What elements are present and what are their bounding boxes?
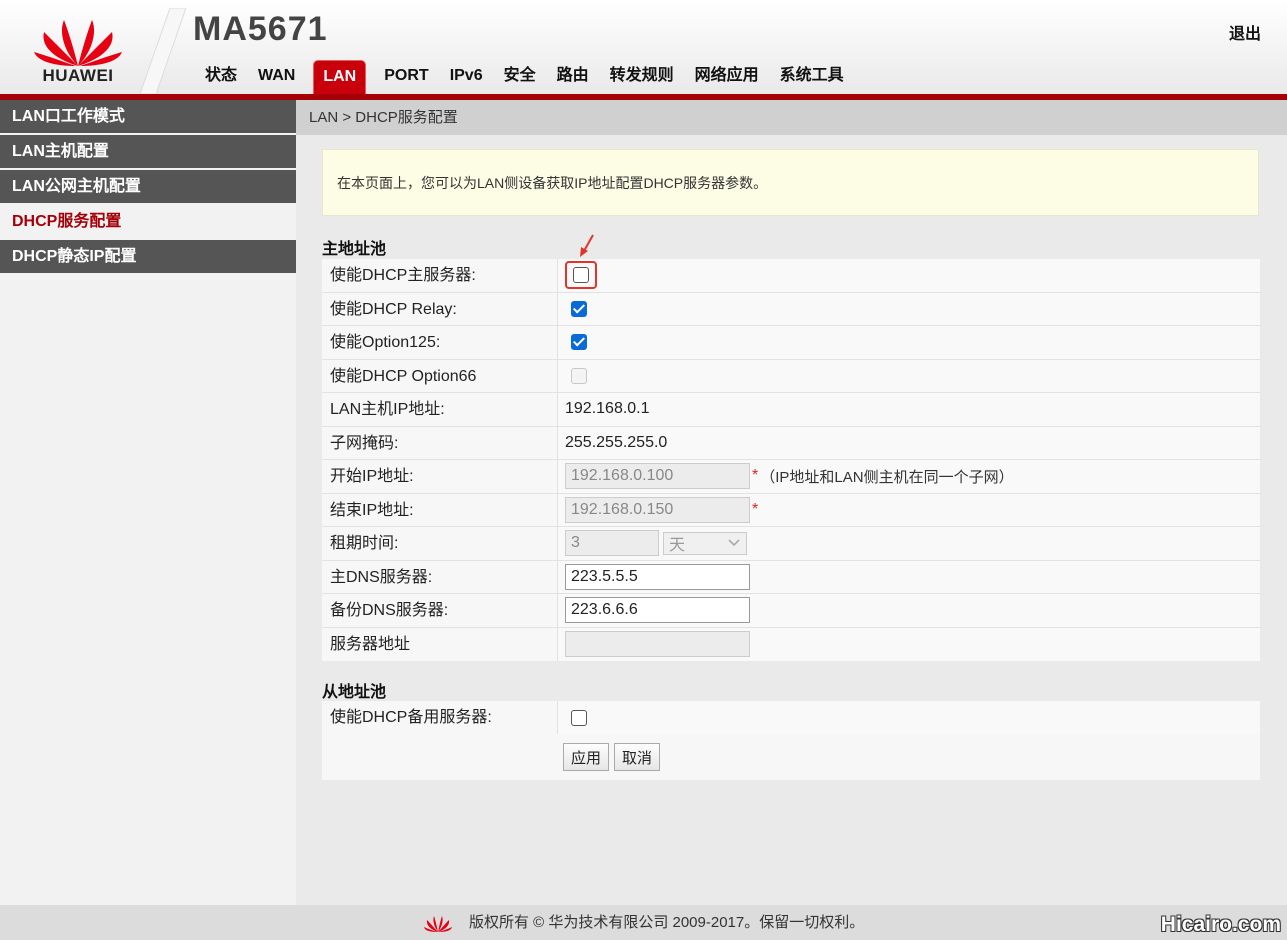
form-row: 租期时间: 天 bbox=[322, 527, 1260, 561]
lan-host-ip-value: 192.168.0.1 bbox=[565, 400, 650, 418]
enable-backup-server-label: 使能DHCP备用服务器: bbox=[322, 701, 558, 735]
lease-unit-select: 天 bbox=[663, 531, 747, 555]
secondary-pool-form: 使能DHCP备用服务器: bbox=[322, 701, 1260, 735]
backup-dns-input[interactable] bbox=[565, 597, 750, 624]
nav-tab-port[interactable]: PORT bbox=[375, 60, 437, 92]
form-row: 备份DNS服务器: bbox=[322, 594, 1260, 628]
highlight-box bbox=[565, 261, 597, 290]
form-row: 服务器地址 bbox=[322, 627, 1260, 661]
sidebar-item-lan-public-host[interactable]: LAN公网主机配置 bbox=[0, 170, 296, 203]
nav-tab-status[interactable]: 状态 bbox=[196, 60, 246, 92]
form-row: 使能DHCP备用服务器: bbox=[322, 701, 1260, 735]
end-ip-label: 结束IP地址: bbox=[322, 493, 558, 526]
lease-time-label: 租期时间: bbox=[322, 527, 558, 560]
header-divider bbox=[140, 8, 186, 94]
server-address-input bbox=[565, 631, 750, 658]
nav-tab-system-tools[interactable]: 系统工具 bbox=[771, 60, 853, 92]
form-row: 使能DHCP主服务器: bbox=[322, 259, 1260, 293]
watermark: Hicairo.com bbox=[1160, 913, 1281, 936]
server-address-label: 服务器地址 bbox=[322, 627, 558, 661]
form-row: 使能DHCP Relay: bbox=[322, 292, 1260, 326]
enable-option125-label: 使能Option125: bbox=[322, 326, 558, 359]
sidebar-item-lan-host-config[interactable]: LAN主机配置 bbox=[0, 135, 296, 168]
primary-pool-form: 使能DHCP主服务器: 使能DHCP Relay: 使能Option125: 使… bbox=[322, 259, 1260, 661]
secondary-pool-title: 从地址池 bbox=[322, 684, 387, 701]
primary-pool-title: 主地址池 bbox=[322, 241, 387, 258]
enable-option66-label: 使能DHCP Option66 bbox=[322, 359, 558, 392]
required-mark: * bbox=[752, 500, 759, 518]
subnet-mask-value: 255.255.255.0 bbox=[565, 433, 668, 451]
nav-tab-security[interactable]: 安全 bbox=[495, 60, 545, 92]
nav-tab-network-apps[interactable]: 网络应用 bbox=[686, 60, 768, 92]
form-row: 使能Option125: bbox=[322, 326, 1260, 360]
end-ip-input bbox=[565, 496, 750, 523]
brand-name: HUAWEI bbox=[42, 66, 114, 85]
nav-tab-routing[interactable]: 路由 bbox=[548, 60, 598, 92]
nav-tab-wan[interactable]: WAN bbox=[249, 60, 304, 92]
enable-dhcp-server-label: 使能DHCP主服务器: bbox=[322, 259, 558, 292]
lan-host-ip-label: LAN主机IP地址: bbox=[322, 393, 558, 426]
start-ip-hint: （IP地址和LAN侧主机在同一个子网） bbox=[760, 468, 1014, 486]
form-row: 子网掩码: 255.255.255.0 bbox=[322, 426, 1260, 460]
form-row: 使能DHCP Option66 bbox=[322, 359, 1260, 393]
apply-button[interactable]: 应用 bbox=[563, 743, 610, 771]
nav-tab-ipv6[interactable]: IPv6 bbox=[441, 60, 492, 92]
enable-option125-checkbox[interactable] bbox=[571, 334, 587, 351]
enable-option66-checkbox bbox=[571, 367, 587, 384]
copyright-text: 版权所有 © 华为技术有限公司 2009-2017。保留一切权利。 bbox=[468, 914, 865, 931]
sidebar-item-dhcp-static-ip[interactable]: DHCP静态IP配置 bbox=[0, 240, 296, 273]
action-bar: 应用 取消 bbox=[322, 734, 1260, 780]
primary-dns-label: 主DNS服务器: bbox=[322, 560, 558, 593]
subnet-mask-label: 子网掩码: bbox=[322, 426, 558, 459]
enable-dhcp-server-checkbox[interactable] bbox=[573, 267, 589, 284]
form-row: 开始IP地址: * （IP地址和LAN侧主机在同一个子网） bbox=[322, 460, 1260, 494]
backup-dns-label: 备份DNS服务器: bbox=[322, 594, 558, 627]
form-row: LAN主机IP地址: 192.168.0.1 bbox=[322, 393, 1260, 427]
main-content: LAN > DHCP服务配置 在本页面上，您可以为LAN侧设备获取IP地址配置D… bbox=[296, 100, 1287, 905]
breadcrumb: LAN > DHCP服务配置 bbox=[296, 100, 1287, 135]
arrow-annotation-icon bbox=[580, 234, 594, 257]
huawei-logo-icon bbox=[423, 916, 452, 933]
nav-tab-forwarding[interactable]: 转发规则 bbox=[601, 60, 683, 92]
sidebar-item-dhcp-service[interactable]: DHCP服务配置 bbox=[0, 205, 296, 238]
start-ip-label: 开始IP地址: bbox=[322, 460, 558, 493]
enable-dhcp-relay-label: 使能DHCP Relay: bbox=[322, 292, 558, 325]
logout-link[interactable]: 退出 bbox=[1229, 20, 1261, 44]
enable-dhcp-relay-checkbox[interactable] bbox=[571, 300, 587, 317]
nav-tab-lan[interactable]: LAN bbox=[313, 60, 367, 94]
cancel-button[interactable]: 取消 bbox=[614, 743, 661, 771]
lease-unit-value: 天 bbox=[669, 537, 686, 555]
device-name: MA5671 bbox=[193, 10, 328, 48]
form-row: 主DNS服务器: bbox=[322, 560, 1260, 594]
lease-time-input bbox=[565, 530, 659, 557]
header: HUAWEI MA5671 退出 状态 WAN LAN PORT IPv6 安全… bbox=[0, 0, 1287, 94]
chevron-down-icon bbox=[728, 539, 740, 547]
sidebar-item-lan-port-mode[interactable]: LAN口工作模式 bbox=[0, 100, 296, 133]
page-description: 在本页面上，您可以为LAN侧设备获取IP地址配置DHCP服务器参数。 bbox=[322, 149, 1259, 216]
form-row: 结束IP地址: * bbox=[322, 493, 1260, 527]
required-mark: * bbox=[752, 467, 759, 485]
top-nav: 状态 WAN LAN PORT IPv6 安全 路由 转发规则 网络应用 系统工… bbox=[196, 60, 856, 94]
enable-backup-server-checkbox[interactable] bbox=[571, 709, 587, 726]
primary-dns-input[interactable] bbox=[565, 563, 750, 590]
footer: 版权所有 © 华为技术有限公司 2009-2017。保留一切权利。 Hicair… bbox=[0, 905, 1287, 940]
start-ip-input bbox=[565, 463, 750, 490]
sidebar: LAN口工作模式 LAN主机配置 LAN公网主机配置 DHCP服务配置 DHCP… bbox=[0, 100, 296, 905]
